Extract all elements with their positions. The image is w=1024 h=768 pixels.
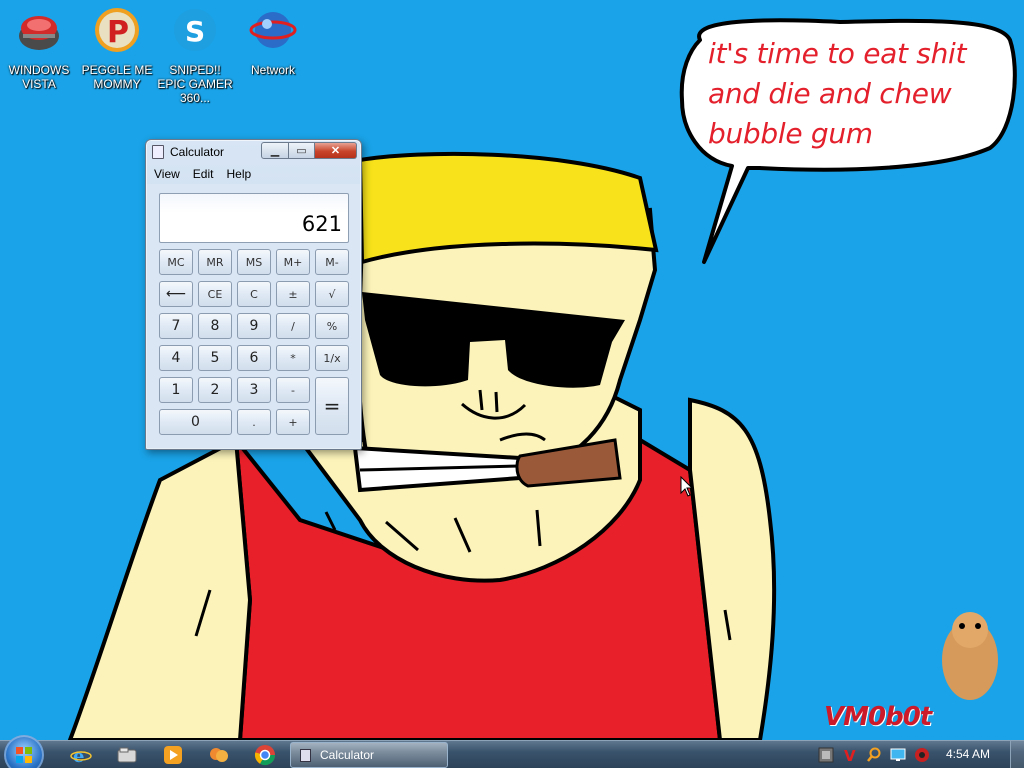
internet-explorer-icon[interactable]: e (70, 744, 92, 766)
start-button[interactable] (4, 735, 44, 768)
hair (357, 151, 659, 265)
calculator-display: 621 (159, 193, 349, 243)
window-title: Calculator (170, 145, 225, 159)
key-2[interactable]: 2 (198, 377, 232, 403)
menu-edit[interactable]: Edit (193, 167, 214, 181)
key-subtract[interactable]: - (276, 377, 310, 403)
key-decimal[interactable]: . (237, 409, 271, 435)
key-ms[interactable]: MS (237, 249, 271, 275)
taskbar-button-calculator[interactable]: Calculator (290, 742, 448, 768)
key-mc[interactable]: MC (159, 249, 193, 275)
desktop-icon-label: SNIPED!! EPIC GAMER 360... (157, 63, 233, 105)
skype-icon: S (174, 9, 216, 51)
calculator-body: 621 MC MR MS M+ M- ⟵ CE C ± √ 7 8 9 / % … (147, 184, 360, 448)
caption-buttons: ▁ ▭ ✕ (261, 142, 357, 160)
desktop-icon-sniped[interactable]: S SNIPED!! EPIC GAMER 360... (156, 6, 234, 105)
menu-help[interactable]: Help (226, 167, 251, 181)
key-percent[interactable]: % (315, 313, 349, 339)
speech-bubble-text: it's time to eat shit and die and chew b… (708, 34, 988, 154)
chrome-icon[interactable] (254, 744, 276, 766)
taskbar: e Calculator V 4:54 AM (0, 735, 1024, 768)
close-icon: ✕ (330, 145, 341, 157)
network-icon (249, 12, 297, 48)
desktop-icon-network[interactable]: Network (234, 6, 312, 77)
key-m-plus[interactable]: M+ (276, 249, 310, 275)
show-desktop-button[interactable] (1010, 741, 1024, 768)
key-3[interactable]: 3 (237, 377, 271, 403)
key-6[interactable]: 6 (237, 345, 271, 371)
key-4[interactable]: 4 (159, 345, 193, 371)
key-reciprocal[interactable]: 1/x (315, 345, 349, 371)
key-c[interactable]: C (237, 281, 271, 307)
windows-logo-icon (16, 747, 32, 763)
calculator-icon (300, 749, 311, 762)
minimize-icon: ▁ (270, 145, 280, 157)
media-player-icon[interactable] (162, 744, 184, 766)
speech-line-2: and die and chew (708, 77, 952, 110)
desktop-icon-peggle[interactable]: P PEGGLE ME MOMMY (78, 6, 156, 91)
tray-monitor-icon[interactable] (890, 747, 906, 763)
desktop-icon-label: Network (250, 63, 295, 77)
chat-icon[interactable] (208, 744, 230, 766)
windows-vista-icon (19, 16, 59, 50)
key-1[interactable]: 1 (159, 377, 193, 403)
speech-line-1: it's time to eat shit (708, 37, 967, 70)
key-backspace[interactable]: ⟵ (159, 281, 193, 307)
key-m-minus[interactable]: M- (315, 249, 349, 275)
calculator-app-icon (152, 145, 164, 159)
minimize-button[interactable]: ▁ (261, 142, 289, 159)
watermark-logo: VM0b0t (824, 702, 932, 732)
mouse-cursor-icon (680, 476, 694, 497)
key-plus-minus[interactable]: ± (276, 281, 310, 307)
svg-text:S: S (185, 15, 205, 48)
key-divide[interactable]: / (276, 313, 310, 339)
maximize-icon: ▭ (296, 145, 307, 157)
key-9[interactable]: 9 (237, 313, 271, 339)
speech-line-3: bubble gum (708, 117, 873, 150)
desktop-icon-windows-vista[interactable]: WINDOWS VISTA (0, 6, 78, 91)
tray-search-icon[interactable] (866, 747, 882, 763)
title-bar[interactable]: Calculator ▁ ▭ ✕ (146, 140, 361, 164)
peggle-icon: P (95, 8, 139, 52)
calculator-window[interactable]: Calculator ▁ ▭ ✕ View Edit Help 621 MC M… (145, 139, 362, 450)
windows-explorer-icon[interactable] (116, 744, 138, 766)
key-ce[interactable]: CE (198, 281, 232, 307)
maximize-button[interactable]: ▭ (289, 142, 315, 159)
desktop-icon-label: PEGGLE ME MOMMY (81, 63, 153, 91)
key-mr[interactable]: MR (198, 249, 232, 275)
svg-text:e: e (73, 746, 84, 766)
key-equals[interactable]: = (315, 377, 349, 435)
svg-text:P: P (107, 15, 129, 50)
key-sqrt[interactable]: √ (315, 281, 349, 307)
key-7[interactable]: 7 (159, 313, 193, 339)
tray-volume-icon[interactable] (914, 747, 930, 763)
tray-v-icon[interactable]: V (842, 747, 858, 763)
desktop-icon-label: WINDOWS VISTA (8, 63, 70, 91)
menu-bar: View Edit Help (147, 164, 360, 184)
close-button[interactable]: ✕ (315, 142, 357, 159)
key-5[interactable]: 5 (198, 345, 232, 371)
key-multiply[interactable]: * (276, 345, 310, 371)
key-0[interactable]: 0 (159, 409, 232, 435)
system-clock[interactable]: 4:54 AM (946, 747, 990, 761)
key-8[interactable]: 8 (198, 313, 232, 339)
tray-app-icon[interactable] (818, 747, 834, 763)
taskbar-button-label: Calculator (320, 748, 375, 762)
key-add[interactable]: + (276, 409, 310, 435)
svg-text:V: V (844, 747, 856, 763)
menu-view[interactable]: View (154, 167, 180, 181)
display-value: 621 (301, 212, 342, 236)
